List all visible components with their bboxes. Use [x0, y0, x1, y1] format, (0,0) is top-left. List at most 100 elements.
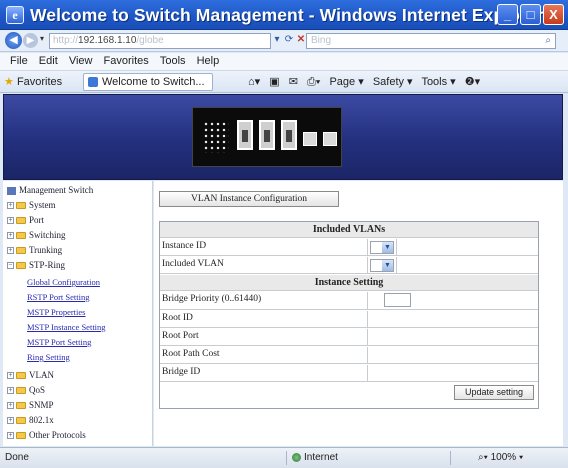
url-host: 192.168.1.10	[78, 35, 137, 46]
included-vlan-select[interactable]: ▼	[370, 259, 394, 272]
browser-tab[interactable]: Welcome to Switch...	[83, 73, 213, 91]
browser-window: e Welcome to Switch Management - Windows…	[0, 0, 568, 468]
cell-divider	[367, 311, 368, 327]
back-button[interactable]: ◀	[5, 32, 22, 49]
tree-item-snmp[interactable]: + SNMP	[7, 399, 54, 411]
safety-menu[interactable]: Safety ▾	[373, 76, 413, 88]
search-icon[interactable]: ⌕	[545, 34, 551, 48]
expand-icon[interactable]: +	[7, 372, 14, 380]
computer-icon	[7, 186, 16, 195]
menu-edit[interactable]: Edit	[39, 53, 58, 70]
tree-item-stp-ring[interactable]: − STP-Ring	[7, 259, 65, 271]
collapse-icon[interactable]: −	[7, 262, 14, 270]
expand-icon[interactable]: +	[7, 402, 14, 410]
tree-root[interactable]: Management Switch	[7, 185, 93, 195]
address-bar: ◀ ▶ ▾ http://192.168.1.10/globe ▾ ⟳ ✕ Bing…	[0, 30, 568, 52]
minimize-button[interactable]: _	[497, 4, 518, 25]
header-banner	[3, 94, 563, 180]
address-actions: ▾ ⟳ ✕	[271, 33, 307, 49]
status-bar: Done Internet ⌕▾ 100% ▾	[0, 447, 568, 468]
tree-item-trunking[interactable]: + Trunking	[7, 244, 62, 256]
favorites-button[interactable]: ★ Favorites	[4, 75, 62, 88]
close-button[interactable]: X	[543, 4, 564, 25]
search-input[interactable]: Bing ⌕	[306, 33, 556, 49]
expand-icon[interactable]: +	[7, 247, 14, 255]
expand-icon[interactable]: +	[7, 232, 14, 240]
menu-file[interactable]: File	[10, 53, 28, 70]
bridge-priority-input[interactable]	[384, 293, 411, 307]
expand-icon[interactable]: +	[7, 202, 14, 210]
globe-icon	[292, 452, 301, 462]
tree-item-label: Port	[29, 215, 45, 225]
favorites-label: Favorites	[16, 76, 63, 88]
cell-divider	[367, 292, 368, 309]
dropdown-icon[interactable]: ▾	[271, 33, 283, 47]
maximize-button[interactable]: □	[520, 4, 541, 25]
feeds-icon[interactable]: ▣	[269, 76, 279, 88]
cell-divider	[367, 239, 368, 255]
chevron-down-icon: ▼	[382, 260, 393, 271]
refresh-icon[interactable]: ⟳	[283, 33, 295, 47]
root-id-label: Root ID	[162, 313, 193, 323]
instance-id-select[interactable]: ▼	[370, 241, 394, 254]
root-port-row: Root Port	[160, 329, 538, 346]
root-path-cost-row: Root Path Cost	[160, 347, 538, 364]
menu-help[interactable]: Help	[197, 53, 220, 70]
cell-divider	[396, 257, 397, 273]
security-zone[interactable]: Internet	[292, 452, 338, 463]
history-dropdown-icon[interactable]: ▾	[40, 34, 44, 43]
magnifier-icon: ⌕▾	[478, 452, 491, 463]
divider	[450, 451, 451, 465]
menu-favorites[interactable]: Favorites	[104, 53, 149, 70]
root-path-cost-label: Root Path Cost	[162, 349, 220, 359]
expand-icon[interactable]: +	[7, 387, 14, 395]
tree-item-qos[interactable]: + QoS	[7, 384, 45, 396]
expand-icon[interactable]: +	[7, 217, 14, 225]
print-icon[interactable]: ⎙▾	[307, 76, 320, 88]
tree-item-other-protocols[interactable]: + Other Protocols	[7, 429, 86, 441]
menu-tools[interactable]: Tools	[160, 53, 186, 70]
chevron-down-icon: ▾	[516, 452, 524, 463]
link-ring-setting[interactable]: Ring Setting	[27, 352, 70, 362]
root-port-label: Root Port	[162, 331, 199, 341]
menu-bar: File Edit View Favorites Tools Help	[0, 53, 568, 71]
tree-item-label: 802.1x	[29, 415, 54, 425]
tree-item-port[interactable]: + Port	[7, 214, 44, 226]
navigation-tree: Management Switch + System + Port + Switchi…	[3, 181, 153, 446]
tree-item-8021x[interactable]: +802.1x	[7, 414, 54, 426]
link-mstp-instance-setting[interactable]: MSTP Instance Setting	[27, 322, 106, 332]
vlan-instance-config-button[interactable]: VLAN Instance Configuration	[159, 191, 339, 207]
page-icon	[88, 77, 98, 87]
expand-icon[interactable]: +	[7, 417, 14, 425]
main-content: VLAN Instance Configuration Included VLA…	[154, 181, 563, 446]
menu-view[interactable]: View	[69, 53, 93, 70]
home-icon[interactable]: ⌂▾	[248, 76, 260, 88]
update-setting-button[interactable]: Update setting	[454, 385, 534, 400]
open-folder-icon	[16, 262, 26, 270]
link-rstp-port-setting[interactable]: RSTP Port Setting	[27, 292, 90, 302]
link-mstp-port-setting[interactable]: MSTP Port Setting	[27, 337, 91, 347]
bridge-id-label: Bridge ID	[162, 367, 201, 377]
tree-item-system[interactable]: + System	[7, 199, 56, 211]
update-row: Update setting	[160, 383, 538, 403]
link-mstp-properties[interactable]: MSTP Properties	[27, 307, 85, 317]
tools-menu[interactable]: Tools ▾	[421, 76, 455, 88]
zoom-control[interactable]: ⌕▾ 100% ▾	[478, 452, 523, 463]
included-vlans-header: Included VLANs	[160, 222, 538, 238]
url-field[interactable]: http://192.168.1.10/globe	[49, 33, 271, 49]
cell-divider	[367, 257, 368, 273]
page-menu[interactable]: Page ▾	[329, 76, 363, 88]
expand-icon[interactable]: +	[7, 432, 14, 440]
folder-icon	[16, 217, 26, 225]
star-icon: ★	[4, 76, 14, 88]
sfp-port-icon	[259, 120, 275, 150]
forward-button[interactable]: ▶	[23, 33, 38, 48]
mstp-instance-table: Included VLANs Instance ID ▼ Included VL…	[159, 221, 539, 409]
tree-item-vlan[interactable]: + VLAN	[7, 369, 54, 381]
help-menu[interactable]: ❷▾	[465, 76, 480, 88]
link-global-configuration[interactable]: Global Configuration	[27, 277, 100, 287]
tree-item-switching[interactable]: + Switching	[7, 229, 66, 241]
tree-item-label: QoS	[29, 385, 46, 395]
mail-icon[interactable]: ✉	[289, 76, 298, 88]
included-vlan-label: Included VLAN	[162, 259, 224, 269]
